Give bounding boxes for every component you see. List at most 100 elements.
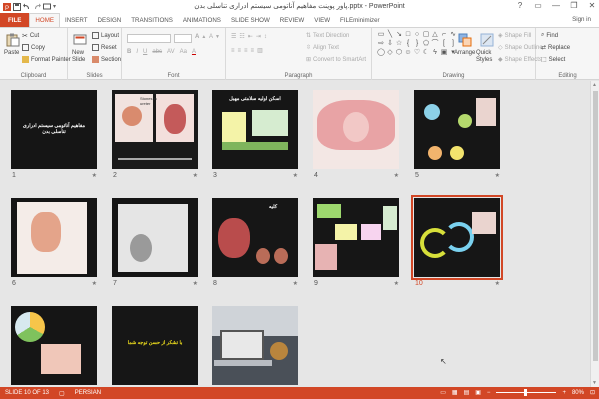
line-spacing-icon[interactable]: ↕ (264, 34, 267, 40)
find-button[interactable]: ⌕ Find (541, 32, 558, 39)
strikethrough-icon[interactable]: abc (152, 49, 162, 55)
section-button[interactable]: Section (92, 56, 121, 63)
font-color-icon[interactable]: A (192, 49, 196, 55)
slide-thumbnail-4[interactable]: 4 ★ (313, 90, 399, 179)
proofing-icon[interactable]: ▢ (59, 390, 65, 397)
slide-thumbnail-10[interactable]: 10 ★ (411, 195, 503, 287)
shape-circle-icon[interactable]: ◯ (377, 49, 385, 57)
shape-curve-icon[interactable]: ∿ (449, 31, 457, 39)
shape-bracket-close-icon[interactable]: ] (449, 40, 457, 48)
tab-design[interactable]: DESIGN (93, 13, 127, 27)
shape-elbow-icon[interactable]: ⌐ (440, 31, 448, 39)
slide-thumbnail-9[interactable]: 9 ★ (313, 198, 399, 287)
shape-arrow-right-icon[interactable]: ⇨ (377, 40, 385, 48)
new-slide-icon[interactable] (73, 33, 87, 47)
shape-star-icon[interactable]: ☆ (395, 40, 403, 48)
slide-transition-icon[interactable]: ★ (92, 172, 97, 179)
grow-font-icon[interactable]: A ▲ (195, 34, 206, 40)
align-right-icon[interactable]: ≡ (244, 48, 248, 54)
shape-oval-icon[interactable]: ○ (413, 31, 421, 39)
change-case-icon[interactable]: Aa (180, 49, 187, 55)
scrollbar-thumb[interactable] (593, 91, 598, 361)
shapes-gallery[interactable]: ▭ ╲ ↘ □ ○ ▢ △ ⌐ ∿ ⇨ ⇩ ☆{} ⬠ ⌒[] ◯ ◇ ⬡ ☺ ♡ ☾ ϟ ▣ ▾ (377, 31, 456, 61)
shape-brace-icon[interactable]: { (404, 40, 412, 48)
presentation-start-icon[interactable] (43, 3, 51, 11)
zoom-slider[interactable] (496, 389, 557, 396)
zoom-slider-thumb[interactable] (524, 389, 528, 396)
vertical-scrollbar[interactable]: ▲ ▼ (590, 81, 599, 387)
scroll-down-icon[interactable]: ▼ (592, 380, 597, 386)
bold-icon[interactable]: B (127, 49, 131, 55)
shape-arrow-down-icon[interactable]: ⇩ (386, 40, 394, 48)
shrink-font-icon[interactable]: A ▼ (209, 34, 220, 40)
zoom-out-icon[interactable]: − (487, 390, 491, 396)
shape-curve2-icon[interactable]: ⌒ (431, 40, 439, 48)
fit-to-window-icon[interactable]: ⊡ (590, 389, 595, 396)
shape-cube-icon[interactable]: ▣ (440, 49, 448, 57)
slide-thumbnail-1[interactable]: مفاهیم آناتومی سیستم ادراری تناسلی بدن 1… (11, 90, 97, 179)
quick-styles-button[interactable]: Quick Styles (476, 50, 496, 64)
sign-in-link[interactable]: Sign in (572, 16, 591, 23)
slide-thumbnail-8[interactable]: کلیه 8 ★ (212, 198, 298, 287)
slide-transition-icon[interactable]: ★ (495, 172, 500, 179)
ribbon-display-icon[interactable]: ▭ (533, 1, 543, 10)
shape-hexagon-icon[interactable]: ⬡ (395, 49, 403, 57)
shape-smile-icon[interactable]: ☺ (404, 49, 412, 57)
shape-rect-icon[interactable]: □ (404, 31, 412, 39)
scroll-up-icon[interactable]: ▲ (592, 82, 597, 88)
align-left-icon[interactable]: ≡ (231, 48, 235, 54)
underline-icon[interactable]: U (143, 49, 147, 55)
format-painter-button[interactable]: Format Painter (22, 56, 71, 63)
tab-review[interactable]: REVIEW (275, 13, 309, 27)
zoom-level[interactable]: 80% (572, 390, 584, 396)
slide-transition-icon[interactable]: ★ (495, 280, 500, 287)
slide-show-view-icon[interactable]: ▣ (475, 389, 481, 396)
replace-button[interactable]: ⇄ Replace (541, 44, 570, 52)
tab-home[interactable]: HOME (29, 13, 60, 27)
copy-button[interactable]: Copy (22, 44, 45, 51)
align-text-button[interactable]: ⇳ Align Text (306, 44, 339, 52)
slide-thumbnail-12[interactable]: با تشکر از حسن توجه شما (112, 306, 198, 385)
slide-transition-icon[interactable]: ★ (92, 280, 97, 287)
shape-line-icon[interactable]: ╲ (386, 31, 394, 39)
redo-icon[interactable] (33, 3, 41, 11)
columns-icon[interactable]: ▥ (257, 47, 263, 54)
slide-thumbnail-13[interactable] (212, 306, 298, 385)
shape-diamond-icon[interactable]: ◇ (386, 49, 394, 57)
shape-triangle-icon[interactable]: △ (431, 31, 439, 39)
convert-smartart-button[interactable]: ⊞ Convert to SmartArt (306, 56, 366, 64)
justify-icon[interactable]: ≡ (251, 48, 255, 54)
numbering-icon[interactable]: ☷ (239, 33, 244, 40)
qat-customize-icon[interactable]: ▾ (53, 3, 56, 10)
shape-bolt-icon[interactable]: ϟ (431, 49, 439, 57)
language-indicator[interactable]: PERSIAN (75, 390, 101, 397)
slide-thumbnail-5[interactable]: 5 ★ (414, 90, 500, 179)
tab-insert[interactable]: INSERT (60, 13, 93, 27)
increase-indent-icon[interactable]: ⇥ (256, 33, 261, 40)
slide-transition-icon[interactable]: ★ (193, 280, 198, 287)
select-button[interactable]: ⬚ Select (541, 56, 565, 64)
bullets-icon[interactable]: ☰ (231, 33, 236, 40)
layout-button[interactable]: Layout (92, 32, 119, 39)
slide-transition-icon[interactable]: ★ (293, 172, 298, 179)
font-name-field[interactable] (127, 34, 171, 43)
slide-transition-icon[interactable]: ★ (394, 172, 399, 179)
slide-transition-icon[interactable]: ★ (293, 280, 298, 287)
save-icon[interactable] (13, 2, 21, 11)
tab-view[interactable]: VIEW (309, 13, 335, 27)
shape-bracket-icon[interactable]: [ (440, 40, 448, 48)
shape-moon-icon[interactable]: ☾ (422, 49, 430, 57)
align-center-icon[interactable]: ≡ (238, 48, 242, 54)
slide-thumbnail-11[interactable] (11, 306, 97, 385)
slide-transition-icon[interactable]: ★ (193, 172, 198, 179)
shape-rounded-rect-icon[interactable]: ▢ (422, 31, 430, 39)
tab-animations[interactable]: ANIMATIONS (178, 13, 226, 27)
slide-sorter-view-icon[interactable]: ▦ (452, 389, 458, 396)
arrange-icon[interactable] (458, 33, 472, 47)
slide-transition-icon[interactable]: ★ (394, 280, 399, 287)
slide-thumbnail-2[interactable]: Stones in ureter 2 ★ (112, 90, 198, 179)
reading-view-icon[interactable]: ▤ (464, 389, 470, 396)
new-slide-button[interactable]: New Slide (72, 50, 90, 64)
close-button[interactable]: ✕ (587, 1, 597, 10)
shape-heart-icon[interactable]: ♡ (413, 49, 421, 57)
